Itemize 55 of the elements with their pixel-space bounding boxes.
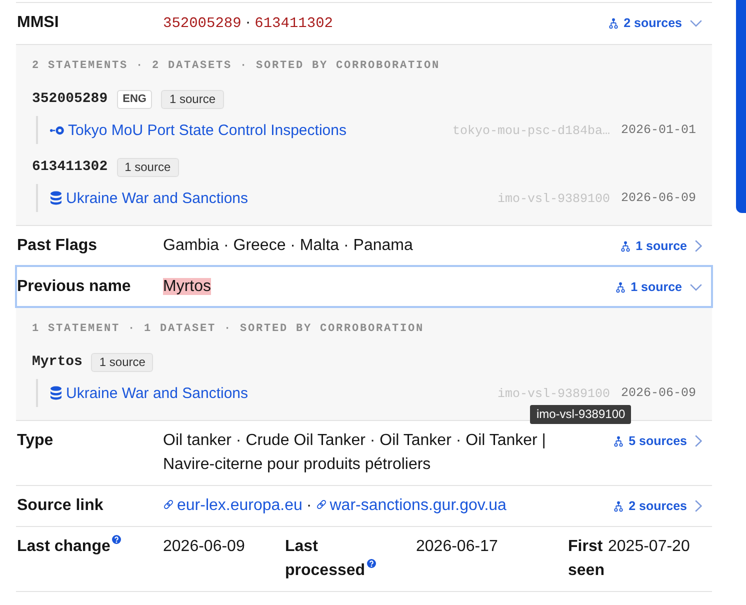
property-row[interactable]: Previous name Myrtos 1 source [16,266,712,307]
property-row[interactable]: Past Flags Gambia · Greece · Malta · Panama 1 source [16,225,712,266]
property-label: MMSI [17,14,59,31]
property-label: Source link [17,497,104,514]
sources-button[interactable]: 2 sources [608,13,712,33]
database-icon [50,386,62,400]
source-count-badge: 1 source [91,352,154,372]
sources-button[interactable]: 5 sources [614,431,712,451]
tooltip: imo-vsl-9389100 [530,405,632,424]
source-date: 2026-06-09 [620,191,696,205]
hierarchy-icon [608,18,618,28]
source-count-badge: 1 source [116,158,179,176]
sources-button[interactable]: 1 source [616,277,712,297]
value-separator: · [245,14,251,31]
language-tag: ENG [116,90,152,108]
statement-value: 352005289 [32,91,108,107]
source-count-badge: 1 source [161,90,224,108]
panel-summary: 2 STATEMENTS · 2 DATASETS · SORTED BY CORROBORATION [32,59,442,74]
property-value: Gambia · Greece · Malta · Panama [163,237,413,254]
hierarchy-icon [616,282,625,292]
source-url-link[interactable]: eur-lex.europa.eu [163,497,302,514]
property-label: Previous name [17,278,131,295]
database-icon [50,191,62,205]
date-label: Last change [17,538,110,555]
date-value: 2025-07-20 [608,538,690,555]
dot-circle-icon [50,126,64,134]
source-date: 2026-01-01 [620,123,696,137]
mmsi-value: 613411302 [254,16,333,32]
date-label: Last processed [285,538,366,579]
property-value: Myrtos [163,278,211,295]
value-separator: · [306,497,312,514]
hierarchy-icon [620,240,630,252]
statement-value: Myrtos [32,354,82,370]
sources-button[interactable]: 1 source [620,236,712,256]
scrollbar-thumb[interactable] [736,0,746,213]
property-value: Oil tanker · Crude Oil Tanker · Oil Tanker · Oil Tanker | Navire-citerne pour produits pétroliers [163,432,546,473]
property-label: Type [17,432,54,449]
hierarchy-icon [614,436,623,446]
source-link[interactable]: Tokyo MoU Port State Control Inspections [50,122,346,138]
link-icon [316,499,327,510]
link-icon [163,499,174,510]
property-row[interactable]: Last change 2026-06-09 Last processed 2026-06-17 First seen 2025-07-20 [16,526,712,592]
date-value: 2026-06-09 [163,538,245,555]
date-label: First seen [568,538,604,579]
property-label: Past Flags [17,237,98,254]
hierarchy-icon [614,500,623,512]
source-link[interactable]: Ukraine War and Sanctions [50,384,248,402]
date-value: 2026-06-17 [416,538,498,555]
mmsi-value: 352005289 [163,16,242,32]
source-link[interactable]: Ukraine War and Sanctions [50,190,248,206]
sources-button[interactable]: 2 sources [614,496,712,516]
panel-summary: 1 STATEMENT · 1 DATASET · SORTED BY CORROBORATION [32,322,426,337]
source-date: 2026-06-09 [620,386,696,400]
source-url-link[interactable]: war-sanctions.gur.gov.ua [316,497,506,514]
statement-value: 613411302 [32,159,108,175]
